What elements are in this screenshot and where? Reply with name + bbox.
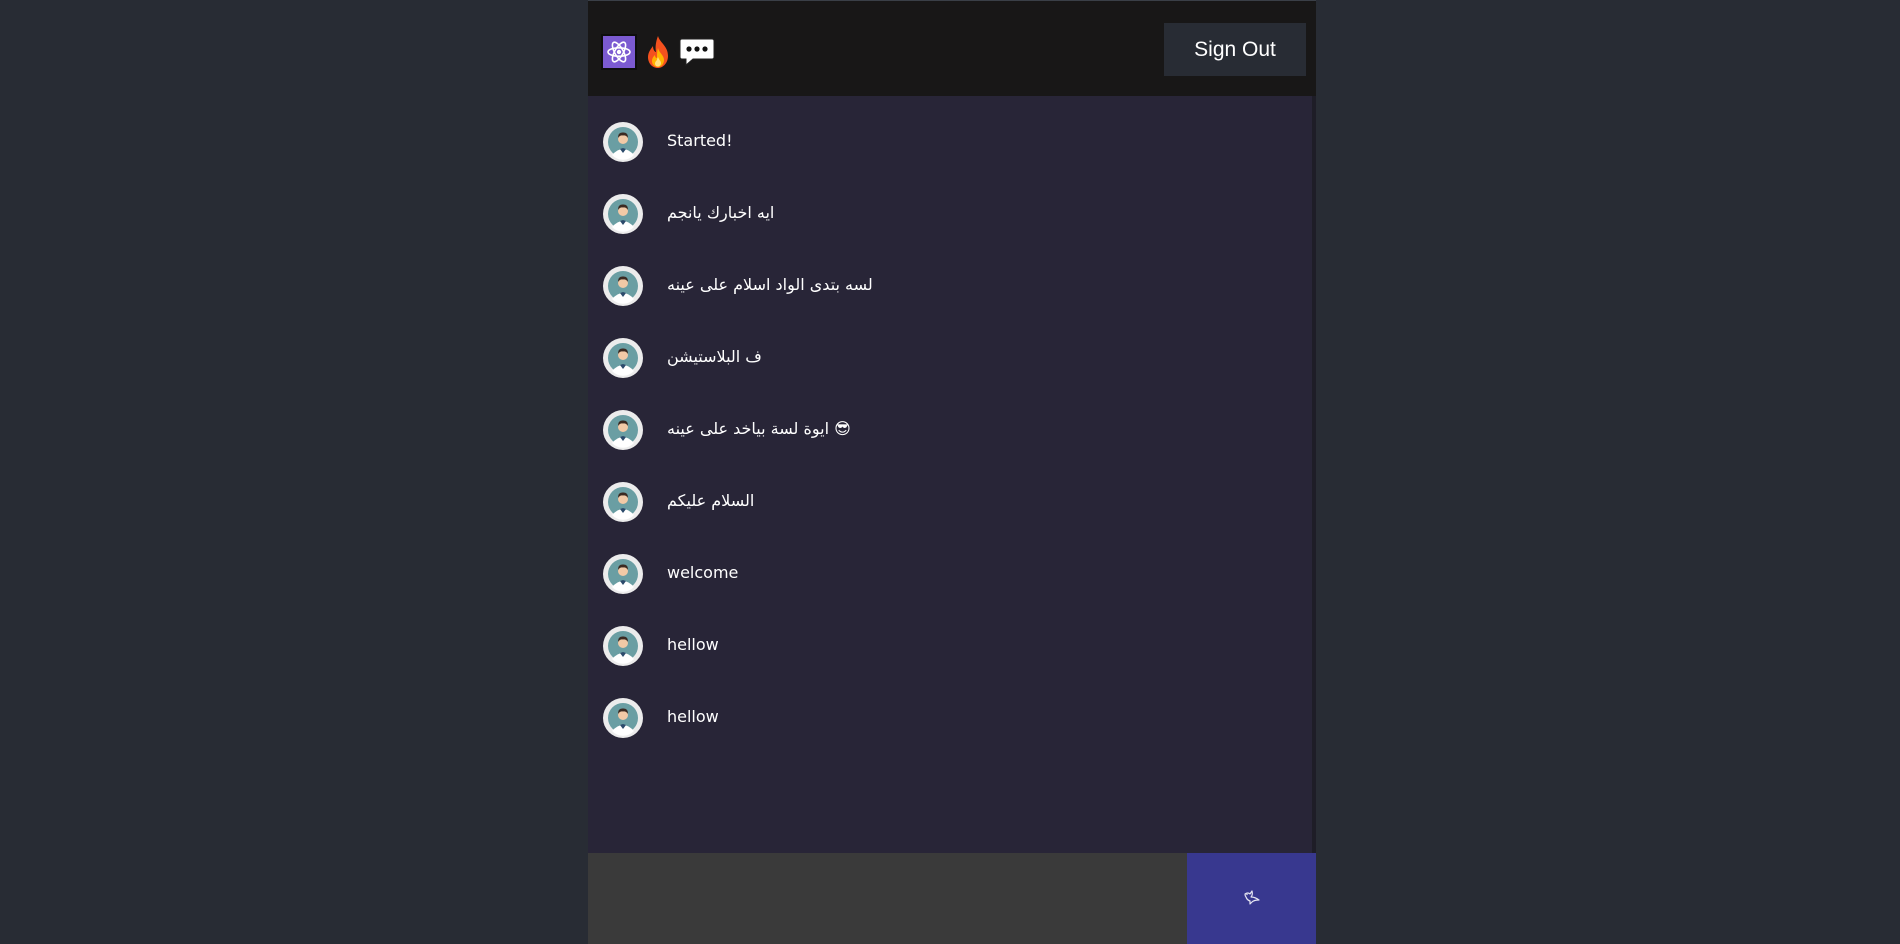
user-avatar-icon bbox=[603, 122, 643, 162]
message-item: ايوة لسة بياخد على عينه 😎 bbox=[588, 406, 1288, 456]
message-text: ايه اخبارك يانجم bbox=[667, 203, 775, 222]
message-item: Started! bbox=[588, 118, 1288, 168]
message-list: Started! ايه اخبارك يانجم لسه بتدى الواد… bbox=[588, 96, 1316, 853]
message-text: السلام عليكم bbox=[667, 491, 755, 510]
user-avatar-icon bbox=[603, 410, 643, 450]
user-avatar-icon bbox=[603, 698, 643, 738]
message-item: welcome bbox=[588, 550, 1288, 600]
message-text: ايوة لسة بياخد على عينه 😎 bbox=[667, 419, 851, 438]
message-item: السلام عليكم bbox=[588, 478, 1288, 528]
message-text: hellow bbox=[667, 707, 719, 726]
user-avatar-icon bbox=[603, 266, 643, 306]
chat-app: Sign Out Started! ايه اخبارك يانجم لسه ب… bbox=[588, 0, 1316, 944]
message-item: ايه اخبارك يانجم bbox=[588, 190, 1288, 240]
app-logo bbox=[601, 33, 715, 71]
dove-icon bbox=[1243, 888, 1261, 909]
message-text: Started! bbox=[667, 131, 733, 150]
user-avatar-icon bbox=[603, 554, 643, 594]
user-avatar-icon bbox=[603, 338, 643, 378]
atom-icon bbox=[601, 34, 637, 70]
app-header: Sign Out bbox=[588, 0, 1316, 96]
message-text: ف البلاستيشن bbox=[667, 347, 762, 366]
user-avatar-icon bbox=[603, 194, 643, 234]
user-avatar-icon bbox=[603, 482, 643, 522]
message-text: لسه بتدى الواد اسلام على عينه bbox=[667, 275, 873, 294]
message-item: hellow bbox=[588, 694, 1288, 744]
sign-out-button[interactable]: Sign Out bbox=[1164, 23, 1306, 76]
send-button[interactable] bbox=[1187, 853, 1316, 944]
speech-bubble-icon bbox=[679, 37, 715, 67]
message-text: hellow bbox=[667, 635, 719, 654]
user-avatar-icon bbox=[603, 626, 643, 666]
message-composer bbox=[588, 853, 1316, 944]
message-item: ف البلاستيشن bbox=[588, 334, 1288, 384]
fire-icon bbox=[643, 34, 673, 70]
message-text: welcome bbox=[667, 563, 739, 582]
message-item: hellow bbox=[588, 622, 1288, 672]
message-item: لسه بتدى الواد اسلام على عينه bbox=[588, 262, 1288, 312]
message-input[interactable] bbox=[588, 853, 1188, 944]
